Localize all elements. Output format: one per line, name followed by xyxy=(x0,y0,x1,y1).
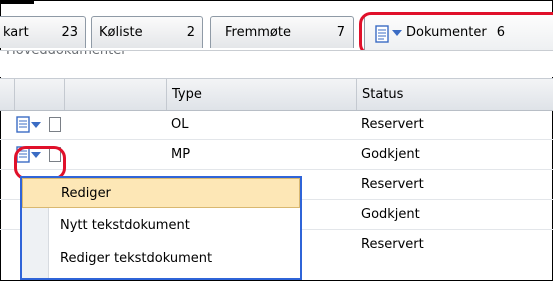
row-icons xyxy=(16,146,61,163)
dropdown-arrow-icon[interactable] xyxy=(31,121,41,128)
cell-status: Reservert xyxy=(361,117,424,132)
tab-koliste-label: Køliste xyxy=(99,25,143,40)
cell-status: Godkjent xyxy=(361,147,420,162)
grid-header: Type Status xyxy=(0,78,553,111)
cell-status: Reservert xyxy=(361,237,424,252)
tab-kart-count: 23 xyxy=(61,25,78,40)
context-menu: Rediger Nytt tekstdokument Rediger tekst… xyxy=(20,176,302,280)
tab-dokumenter[interactable]: Dokumenter 6 xyxy=(364,14,553,50)
menu-item-nytt-tekstdokument[interactable]: Nytt tekstdokument xyxy=(22,211,300,241)
tab-fremmote-count: 7 xyxy=(336,25,345,40)
header-status[interactable]: Status xyxy=(356,79,553,110)
tab-koliste[interactable]: Køliste 2 xyxy=(91,16,203,48)
tab-strip: kart 23 Køliste 2 Fremmøte 7 Dokumenter … xyxy=(0,4,553,50)
table-row[interactable]: OL Reservert xyxy=(0,110,553,140)
subtitle-text: Hoveddokumenter xyxy=(6,50,127,58)
cell-type: OL xyxy=(171,117,189,132)
document-icon[interactable] xyxy=(16,116,30,133)
header-cell-blank-2 xyxy=(64,79,168,110)
tab-koliste-count: 2 xyxy=(186,25,195,40)
header-cell-blank xyxy=(14,79,22,110)
file-icon[interactable] xyxy=(49,147,61,162)
tab-fremmote-label: Fremmøte xyxy=(225,25,291,40)
tab-dokumenter-count: 6 xyxy=(496,25,505,40)
tab-kart[interactable]: kart 23 xyxy=(0,16,86,48)
dropdown-arrow-icon[interactable] xyxy=(392,29,402,36)
dropdown-arrow-icon[interactable] xyxy=(31,151,41,158)
row-icons xyxy=(16,116,61,133)
menu-item-rediger-tekstdokument[interactable]: Rediger tekstdokument xyxy=(22,244,300,274)
section-subtitle: Hoveddokumenter xyxy=(0,50,553,77)
table-row[interactable]: MP Godkjent xyxy=(0,140,553,170)
header-type[interactable]: Type xyxy=(166,79,356,110)
file-icon[interactable] xyxy=(49,117,61,132)
document-icon[interactable] xyxy=(16,146,30,163)
tab-kart-label: kart xyxy=(3,25,29,40)
cell-status: Godkjent xyxy=(361,207,420,222)
tab-dokumenter-label: Dokumenter xyxy=(406,25,487,40)
menu-item-rediger[interactable]: Rediger xyxy=(22,178,300,208)
tab-fremmote[interactable]: Fremmøte 7 xyxy=(210,16,354,48)
cell-type: MP xyxy=(171,147,191,162)
cell-status: Reservert xyxy=(361,177,424,192)
document-icon xyxy=(375,24,389,43)
